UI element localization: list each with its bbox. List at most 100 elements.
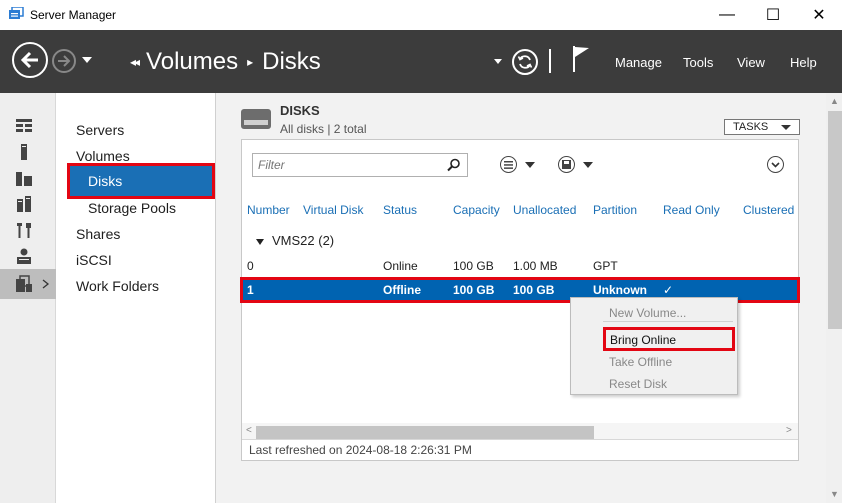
- cell-status: Offline: [383, 283, 421, 297]
- nav-item-volumes[interactable]: Volumes: [76, 148, 130, 164]
- collapse-panel-button[interactable]: [767, 156, 784, 173]
- column-header-partition[interactable]: Partition: [593, 203, 637, 217]
- column-header-clustered[interactable]: Clustered: [743, 203, 794, 217]
- last-refreshed: Last refreshed on 2024-08-18 2:26:31 PM: [242, 439, 798, 460]
- cell-read-only: ✓: [663, 283, 674, 297]
- nav-item-disks[interactable]: Disks: [67, 163, 215, 199]
- file-storage-icon[interactable]: [15, 195, 33, 213]
- section-subtitle: All disks | 2 total: [280, 122, 367, 136]
- tools-icon[interactable]: [15, 221, 33, 239]
- menu-separator: [603, 321, 733, 322]
- menu-help[interactable]: Help: [790, 55, 817, 70]
- column-header-status[interactable]: Status: [383, 203, 417, 217]
- save-icon: [558, 156, 575, 173]
- chevron-down-icon: [781, 125, 791, 130]
- close-button[interactable]: ✕: [796, 0, 842, 30]
- menu-item-take-offline: Take Offline: [609, 355, 673, 369]
- minimize-button[interactable]: —: [704, 0, 750, 30]
- breadcrumb-dropdown-icon[interactable]: [494, 59, 502, 64]
- breadcrumb-disks: Disks: [262, 48, 321, 75]
- column-header-unallocated[interactable]: Unallocated: [513, 203, 576, 217]
- filter-input[interactable]: [253, 154, 443, 176]
- menu-item-reset-disk: Reset Disk: [609, 377, 668, 391]
- cell-number: 0: [247, 259, 254, 273]
- nav-item-iscsi[interactable]: iSCSI: [76, 252, 112, 268]
- close-icon: ✕: [812, 7, 826, 24]
- group-header[interactable]: VMS22 (2): [256, 233, 334, 248]
- menu-manage[interactable]: Manage: [615, 55, 662, 70]
- minimize-icon: —: [719, 6, 735, 23]
- tasks-dropdown[interactable]: TASKS: [724, 119, 800, 135]
- back-button[interactable]: [12, 42, 48, 78]
- column-header-capacity[interactable]: Capacity: [453, 203, 500, 217]
- dashboard-icon[interactable]: [15, 117, 33, 135]
- nav-item-storage-pools[interactable]: Storage Pools: [88, 200, 176, 216]
- chevron-down-icon: [771, 161, 780, 168]
- chevron-down-icon: [583, 161, 593, 168]
- column-header-read-only[interactable]: Read Only: [663, 203, 720, 217]
- maximize-icon: ☐: [765, 7, 781, 24]
- toolbar-divider: [549, 49, 551, 73]
- menu-tools[interactable]: Tools: [683, 55, 713, 70]
- refresh-button[interactable]: [512, 49, 538, 75]
- horizontal-scrollbar[interactable]: < >: [242, 423, 798, 439]
- collapse-triangle-icon: [256, 238, 264, 245]
- cell-status: Online: [383, 259, 418, 273]
- command-bar: ◂◂ Volumes ▸ Disks Manage Tools View Hel…: [0, 30, 842, 93]
- nav-item-servers[interactable]: Servers: [76, 122, 124, 138]
- cell-partition: Unknown: [593, 283, 647, 297]
- nav-item-work-folders[interactable]: Work Folders: [76, 278, 159, 294]
- horizontal-scroll-thumb[interactable]: [256, 426, 594, 439]
- section-title: DISKS: [280, 103, 320, 118]
- breadcrumb-separator-icon: ▸: [247, 55, 254, 69]
- breadcrumb-lead-icon: ◂◂: [130, 55, 140, 69]
- list-options-button[interactable]: [500, 156, 535, 173]
- breadcrumb-volumes[interactable]: Volumes: [146, 48, 238, 76]
- title-bar: Server Manager — ☐ ✕: [0, 0, 842, 30]
- menu-item-new-volume: New Volume...: [609, 306, 687, 320]
- list-options-icon: [500, 156, 517, 173]
- breadcrumb: ◂◂ Volumes ▸ Disks: [130, 48, 321, 76]
- scroll-up-icon[interactable]: ▲: [830, 96, 839, 106]
- vertical-scrollbar[interactable]: ▲ ▼: [826, 93, 842, 503]
- history-dropdown-icon[interactable]: [82, 57, 92, 63]
- menu-view[interactable]: View: [737, 55, 765, 70]
- table-row[interactable]: 0 Online 100 GB 1.00 MB GPT: [242, 255, 798, 277]
- scroll-left-icon[interactable]: <: [246, 425, 252, 436]
- chevron-down-icon: [525, 161, 535, 168]
- window-title: Server Manager: [30, 8, 117, 22]
- navigation-pane: Servers Volumes Disks Storage Pools Shar…: [56, 93, 216, 503]
- forward-button[interactable]: [52, 49, 76, 73]
- expand-arrow-icon[interactable]: [42, 279, 50, 289]
- cell-capacity: 100 GB: [453, 283, 495, 297]
- arrow-right-icon: [58, 55, 71, 67]
- cell-partition: GPT: [593, 259, 618, 273]
- tasks-label: TASKS: [733, 121, 769, 133]
- local-server-icon[interactable]: [15, 143, 33, 161]
- nav-item-shares[interactable]: Shares: [76, 226, 120, 242]
- save-query-button[interactable]: [558, 156, 593, 173]
- notifications-flag-icon[interactable]: [571, 45, 591, 73]
- cell-unallocated: 1.00 MB: [513, 259, 558, 273]
- icon-strip: [0, 93, 56, 503]
- menu-item-bring-online[interactable]: Bring Online: [603, 327, 735, 351]
- cell-unallocated: 100 GB: [513, 283, 555, 297]
- search-icon[interactable]: [447, 158, 461, 172]
- maximize-button[interactable]: ☐: [750, 0, 796, 30]
- arrow-left-icon: [20, 51, 38, 69]
- user-server-icon[interactable]: [15, 247, 33, 265]
- column-header-virtual-disk[interactable]: Virtual Disk: [303, 203, 363, 217]
- disk-icon: [241, 109, 271, 129]
- column-header-number[interactable]: Number: [247, 203, 290, 217]
- scroll-down-icon[interactable]: ▼: [830, 489, 839, 499]
- file-services-icon[interactable]: [15, 275, 33, 293]
- cell-number: 1: [247, 283, 254, 297]
- context-menu: New Volume... Bring Online Take Offline …: [570, 297, 738, 395]
- cell-capacity: 100 GB: [453, 259, 494, 273]
- filter-box[interactable]: [252, 153, 468, 177]
- vertical-scroll-thumb[interactable]: [828, 111, 842, 329]
- all-servers-icon[interactable]: [15, 169, 33, 187]
- scroll-right-icon[interactable]: >: [786, 425, 792, 436]
- group-label: VMS22 (2): [272, 233, 335, 248]
- server-manager-icon: [9, 7, 24, 19]
